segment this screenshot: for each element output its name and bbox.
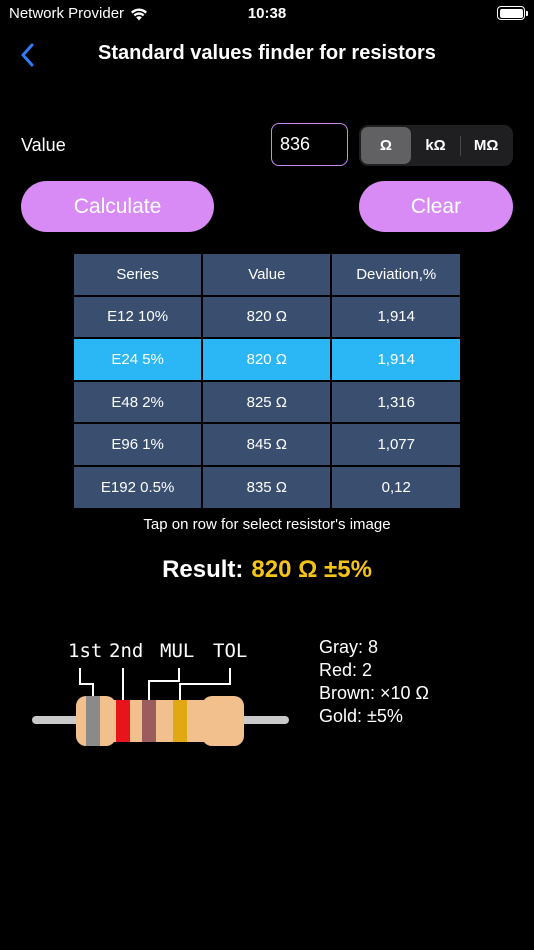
resistor-icon <box>32 668 289 746</box>
legend-item: Gray: 8 <box>319 637 379 657</box>
cell-value: 825 Ω <box>201 379 333 425</box>
color-legend: Gray: 8 Red: 2 Brown: ×10 Ω Gold: ±5% <box>319 636 429 728</box>
page-title: Standard values finder for resistors <box>98 42 436 64</box>
results-table: Series Value Deviation,% E12 10% 820 Ω 1… <box>71 252 462 510</box>
cell-series: E48 2% <box>71 379 204 425</box>
navigation-bar: Standard values finder for resistors <box>0 30 534 78</box>
unit-option-mohm[interactable]: MΩ <box>461 127 511 164</box>
cell-series: E24 5% <box>71 337 204 382</box>
header-value: Value <box>201 252 333 297</box>
band-mul <box>142 700 156 742</box>
table-header-row: Series Value Deviation,% <box>71 252 462 297</box>
status-bar: Network Provider 10:38 <box>0 0 534 28</box>
band-2nd <box>116 700 130 742</box>
cell-series: E12 10% <box>71 294 204 340</box>
table-row[interactable]: E192 0.5% 835 Ω 0,12 <box>71 464 462 510</box>
result-value: 820 Ω ±5% <box>251 556 372 583</box>
table-row[interactable]: E12 10% 820 Ω 1,914 <box>71 294 462 340</box>
table-row-selected[interactable]: E24 5% 820 Ω 1,914 <box>71 337 462 382</box>
battery-icon <box>497 6 528 20</box>
legend-item: Brown: ×10 Ω <box>319 683 430 703</box>
cell-value: 845 Ω <box>201 422 333 467</box>
table-row[interactable]: E96 1% 845 Ω 1,077 <box>71 422 462 467</box>
legend-item: Gold: ±5% <box>319 706 403 726</box>
cell-deviation: 1,316 <box>330 379 462 425</box>
calculate-button[interactable]: Calculate <box>21 181 214 232</box>
unit-option-kohm[interactable]: kΩ <box>411 127 461 164</box>
cell-value: 820 Ω <box>201 337 333 382</box>
cell-value: 835 Ω <box>201 464 333 510</box>
header-deviation: Deviation,% <box>330 252 462 297</box>
clear-button[interactable]: Clear <box>359 181 513 232</box>
hint-text: Tap on row for select resistor's image <box>143 516 391 533</box>
value-input[interactable] <box>271 123 348 166</box>
cell-series: E96 1% <box>71 422 204 467</box>
cell-deviation: 0,12 <box>330 464 462 510</box>
cell-deviation: 1,077 <box>330 422 462 467</box>
unit-option-ohm[interactable]: Ω <box>361 127 411 164</box>
header-series: Series <box>71 252 204 297</box>
result-label: Result: <box>162 556 244 583</box>
band-1st <box>86 696 100 746</box>
cell-series: E192 0.5% <box>71 464 204 510</box>
legend-item: Red: 2 <box>319 660 373 680</box>
unit-selector: Ω kΩ MΩ <box>359 125 513 166</box>
value-label: Value <box>21 135 66 155</box>
table-row[interactable]: E48 2% 825 Ω 1,316 <box>71 379 462 425</box>
cell-deviation: 1,914 <box>330 337 462 382</box>
cell-deviation: 1,914 <box>330 294 462 340</box>
result-line: Result: 820 Ω ±5% <box>0 556 534 584</box>
clock: 10:38 <box>247 5 287 22</box>
band-tol <box>173 700 187 742</box>
cell-value: 820 Ω <box>201 294 333 340</box>
